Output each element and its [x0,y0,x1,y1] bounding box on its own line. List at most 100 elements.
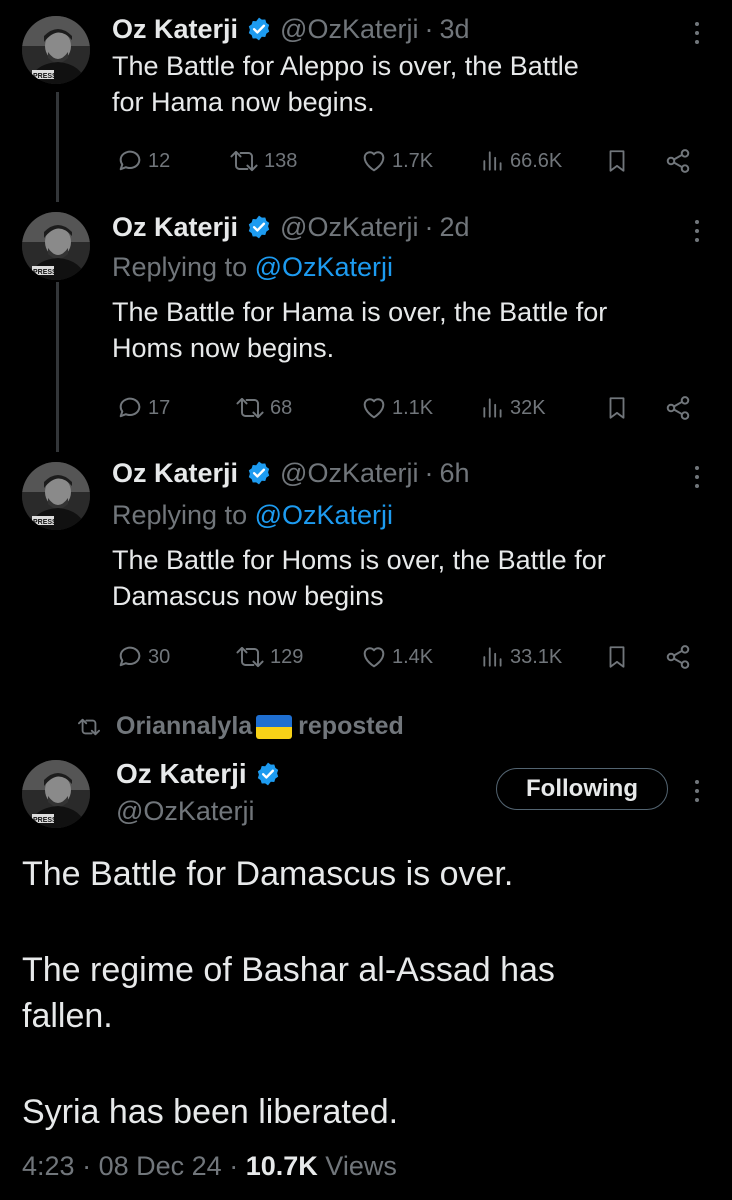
following-button[interactable]: Following [496,768,668,810]
separator-dot: · [82,1151,92,1181]
share-button[interactable] [664,390,692,426]
repost-icon [230,150,258,172]
like-button[interactable]: 1.4K [360,639,433,675]
tweet-text-line: The Battle for Aleppo is over, the Battl… [112,51,579,81]
tweet-text: The Battle for Aleppo is over, the Battl… [112,48,712,120]
tweet-time[interactable]: 2d [440,210,470,244]
views-bar-chart-icon [483,151,502,171]
thread-tweet[interactable]: PRESS Oz Katerji @OzKaterji · 3d The Bat… [0,0,732,200]
views-button[interactable]: 32K [480,390,546,426]
tweet-time[interactable]: 6h [440,456,470,490]
bookmark-icon [609,150,625,172]
verified-badge-icon [246,460,272,486]
reposter-name[interactable]: Oriannalyla [116,712,252,741]
tweet-text-line: The Battle for Homs is over, the Battle … [112,545,606,575]
heart-icon [363,647,385,668]
views-label: Views [325,1151,397,1181]
avatar[interactable]: PRESS [22,212,90,280]
tweet-thread-view: PRESS Oz Katerji @OzKaterji · 3d The Bat… [0,0,732,1200]
verified-badge-icon [246,214,272,240]
main-tweet-paragraph: The Battle for Damascus is over. [22,855,514,893]
views-bar-chart-icon [483,398,502,418]
reply-count: 17 [148,396,171,419]
share-icon [666,645,690,669]
author-handle[interactable]: @OzKaterji [280,210,418,244]
repost-button[interactable]: 129 [234,639,303,675]
ukraine-flag-icon [256,714,293,739]
heart-icon [363,398,385,419]
replying-to-label: Replying to [112,500,255,530]
tweet-actions: 30 129 1.4K 33.1K [112,639,702,675]
reply-icon [119,646,141,667]
tweet-time[interactable]: 3d [440,12,470,46]
heart-icon [363,151,385,172]
tweet-header: Oz Katerji @OzKaterji · 2d [112,210,470,244]
reply-count: 30 [148,645,171,668]
bookmark-icon [609,646,625,668]
author-handle[interactable]: @OzKaterji [116,794,254,828]
avatar[interactable]: PRESS [22,16,90,84]
author-name[interactable]: Oz Katerji [112,456,238,490]
thread-tweet[interactable]: PRESS Oz Katerji @OzKaterji · 2d Replyin… [0,200,732,450]
views-count: 66.6K [510,149,563,172]
repost-icon [236,397,264,419]
views-button[interactable]: 66.6K [480,143,562,179]
separator-dot: · [424,458,434,488]
replying-to: Replying to @OzKaterji [112,498,393,532]
tweet-timestamp[interactable]: 4:23 [22,1151,75,1181]
replying-to-mention[interactable]: @OzKaterji [255,500,393,530]
like-count: 1.4K [392,645,434,668]
share-button[interactable] [664,143,692,179]
repost-button[interactable]: 68 [234,390,292,426]
repost-icon [78,718,101,735]
reposted-label: reposted [298,712,404,740]
avatar[interactable]: PRESS [22,760,90,828]
svg-text:PRESS: PRESS [33,269,57,276]
repost-count: 138 [264,149,298,172]
reply-button[interactable]: 17 [116,390,170,426]
avatar[interactable]: PRESS [22,462,90,530]
more-vertical-icon[interactable] [686,462,708,492]
repost-banner: Oriannalyla reposted [76,712,404,741]
svg-text:PRESS: PRESS [33,817,57,824]
reply-button[interactable]: 30 [116,639,170,675]
views-button[interactable]: 33.1K [480,639,562,675]
author-name[interactable]: Oz Katerji [116,756,247,792]
tweet-text-line: Damascus now begins [112,581,384,611]
views-count[interactable]: 10.7K [246,1151,318,1181]
more-vertical-icon[interactable] [686,18,708,48]
repost-count: 129 [270,645,304,668]
author-name[interactable]: Oz Katerji [112,12,238,46]
verified-badge-icon [246,16,272,42]
tweet-actions: 12 138 1.7K 66.6K [112,143,702,179]
svg-text:PRESS: PRESS [33,519,57,526]
reply-button[interactable]: 12 [116,143,170,179]
share-button[interactable] [664,639,692,675]
author-handle[interactable]: @OzKaterji [280,12,418,46]
more-vertical-icon[interactable] [686,776,708,806]
thread-tweet[interactable]: PRESS Oz Katerji @OzKaterji · 6h Replyin… [0,450,732,700]
repost-button[interactable]: 138 [228,143,297,179]
views-count: 33.1K [510,645,563,668]
author-handle[interactable]: @OzKaterji [280,456,418,490]
tweet-date[interactable]: 08 Dec 24 [99,1151,222,1181]
bookmark-button[interactable] [604,639,630,675]
author-name[interactable]: Oz Katerji [112,210,238,244]
more-vertical-icon[interactable] [686,216,708,246]
like-button[interactable]: 1.1K [360,390,433,426]
tweet-text: The Battle for Homs is over, the Battle … [112,542,712,614]
tweet-header: Oz Katerji @OzKaterji · 3d [112,12,470,46]
replying-to-mention[interactable]: @OzKaterji [255,252,393,282]
replying-to-label: Replying to [112,252,255,282]
bookmark-button[interactable] [604,143,630,179]
share-icon [666,149,690,173]
bookmark-button[interactable] [604,390,630,426]
like-button[interactable]: 1.7K [360,143,433,179]
main-tweet-header: Oz Katerji [116,756,289,792]
share-icon [666,396,690,420]
tweet-meta: 4:23 · 08 Dec 24 · 10.7K Views [22,1148,397,1184]
reply-icon [119,150,141,171]
main-tweet-paragraph: Syria has been liberated. [22,1093,399,1131]
tweet-text-line: for Hama now begins. [112,87,375,117]
main-tweet-paragraph: The regime of Bashar al-Assad has [22,951,555,989]
